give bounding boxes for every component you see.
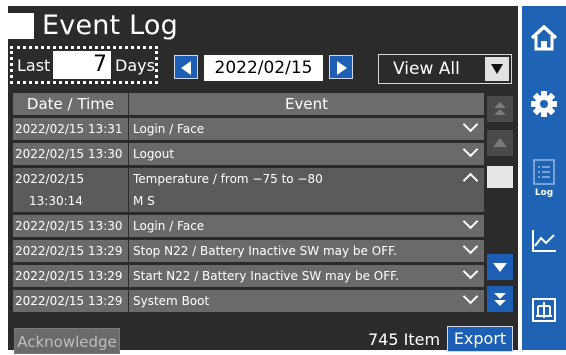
row-event-line1: Temperature / from −75 to −80	[133, 172, 323, 186]
table-row[interactable]: 2022/02/15 13:30 Logout	[13, 141, 484, 165]
row-event: Login / Face	[133, 219, 205, 233]
nav-network[interactable]	[522, 296, 566, 324]
row-date: 2022/02/15 13:30	[13, 215, 129, 237]
table-scrollbar[interactable]	[485, 96, 513, 328]
row-event: Stop N22 / Battery Inactive SW may be OF…	[133, 244, 397, 258]
last-label: Last	[17, 55, 51, 75]
export-button[interactable]: Export	[447, 326, 513, 352]
table-row-expanded[interactable]: 2022/02/15 13:30:14 Temperature / from −…	[13, 168, 484, 212]
nav-log-label: Log	[534, 188, 554, 198]
row-date: 2022/02/15 13:30:14	[13, 168, 129, 212]
scroll-top-button[interactable]	[487, 96, 513, 122]
double-up-icon	[494, 102, 506, 115]
view-filter-select[interactable]: View All	[378, 54, 512, 84]
row-date: 2022/02/15 13:29	[13, 240, 129, 262]
table-row[interactable]: 2022/02/15 13:29 System Boot	[13, 288, 484, 312]
nav-chart[interactable]	[522, 228, 566, 254]
days-input[interactable]: 7	[53, 51, 111, 79]
previous-date-button[interactable]	[174, 55, 198, 79]
days-label: Days	[115, 55, 155, 75]
row-date: 2022/02/15 13:31	[13, 118, 129, 140]
row-event: Logout	[133, 147, 175, 161]
nav-settings[interactable]	[522, 88, 566, 120]
down-icon	[493, 263, 507, 272]
double-down-icon	[494, 293, 506, 306]
network-icon	[532, 298, 556, 322]
column-header-date: Date / Time	[13, 93, 129, 115]
arrow-right-icon	[337, 61, 347, 75]
next-date-button[interactable]	[329, 55, 353, 79]
row-date-line1: 2022/02/15	[15, 172, 85, 186]
row-event: System Boot	[133, 294, 210, 308]
page-title-text: Event Log	[42, 10, 178, 41]
nav-home[interactable]	[522, 22, 566, 54]
app-window: Event Log Last 7 Days 2022/02/15 View Al…	[0, 0, 566, 354]
row-date: 2022/02/15 13:29	[13, 290, 129, 312]
column-header-event: Event	[285, 95, 328, 113]
scroll-thumb[interactable]	[487, 166, 513, 188]
row-date-line2: 13:30:14	[29, 194, 83, 208]
log-icon	[533, 159, 555, 185]
table-row[interactable]: 2022/02/15 13:29 Start N22 / Battery Ina…	[13, 263, 484, 287]
row-event: Start N22 / Battery Inactive SW may be O…	[133, 269, 399, 283]
table-header: Date / Time Event	[13, 93, 484, 115]
title-square-icon	[8, 13, 34, 39]
last-days-filter: Last 7 Days	[10, 46, 158, 84]
up-icon	[493, 138, 507, 147]
row-event-line2: M S	[133, 194, 155, 208]
scroll-down-button[interactable]	[487, 254, 513, 280]
arrow-left-icon	[181, 61, 191, 75]
view-filter-value: View All	[393, 59, 460, 79]
date-field[interactable]: 2022/02/15	[204, 55, 323, 81]
nav-log[interactable]: Log	[522, 158, 566, 198]
page-title: Event Log	[8, 12, 178, 40]
chart-icon	[532, 230, 556, 252]
scroll-bottom-button[interactable]	[487, 286, 513, 312]
row-event: Login / Face	[133, 122, 205, 136]
table-row[interactable]: 2022/02/15 13:30 Login / Face	[13, 213, 484, 237]
event-table: Date / Time Event 2022/02/15 13:31 Login…	[13, 93, 484, 312]
dropdown-button[interactable]	[485, 57, 509, 81]
table-row[interactable]: 2022/02/15 13:31 Login / Face	[13, 116, 484, 140]
item-count: 745 Item	[368, 330, 441, 349]
row-event: Temperature / from −75 to −80 M S	[129, 168, 484, 212]
side-nav: Log	[522, 6, 566, 350]
row-date: 2022/02/15 13:29	[13, 265, 129, 287]
acknowledge-button[interactable]: Acknowledge	[14, 328, 120, 354]
home-icon	[530, 24, 558, 51]
row-date: 2022/02/15 13:30	[13, 143, 129, 165]
chevron-down-icon	[491, 64, 503, 74]
table-row[interactable]: 2022/02/15 13:29 Stop N22 / Battery Inac…	[13, 238, 484, 262]
scroll-up-button[interactable]	[487, 130, 513, 156]
gear-icon	[531, 91, 557, 117]
